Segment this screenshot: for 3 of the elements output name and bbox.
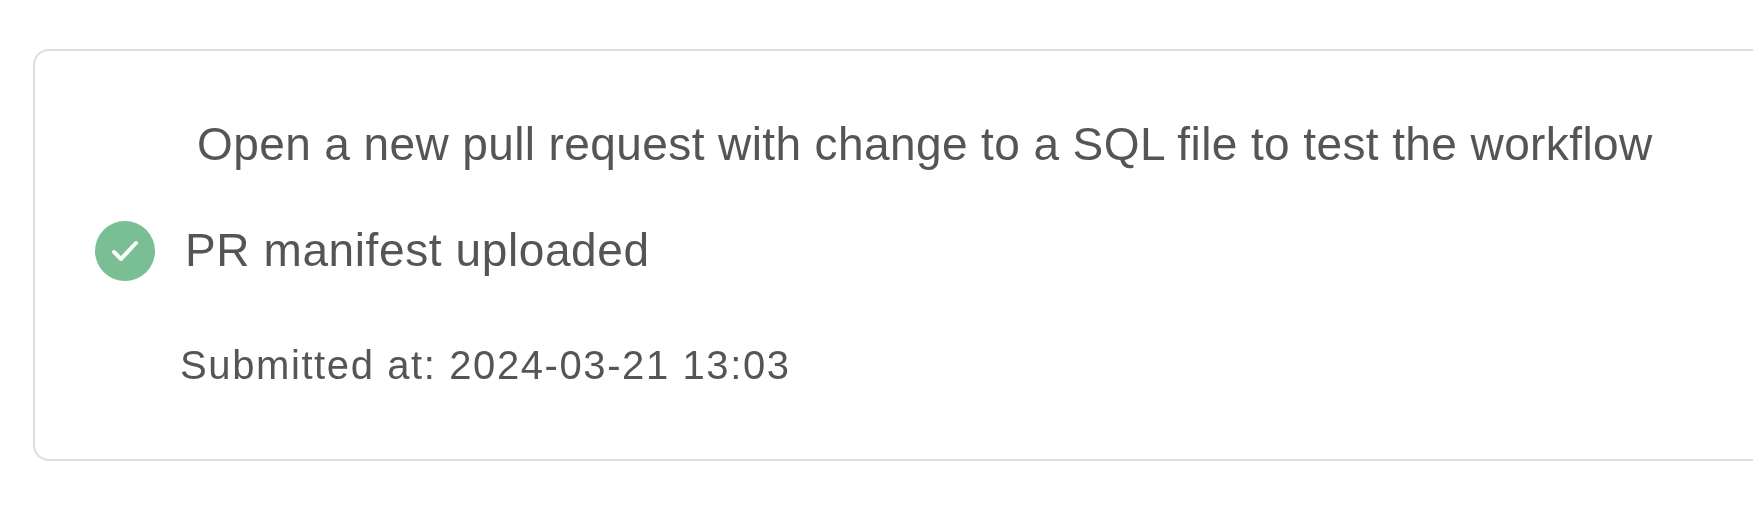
submitted-time: Submitted at: 2024-03-21 13:03 — [180, 342, 792, 390]
instruction-text: Open a new pull request with change to a SQL file to test the workflow — [197, 117, 1654, 172]
status-label: PR manifest uploaded — [185, 223, 650, 279]
